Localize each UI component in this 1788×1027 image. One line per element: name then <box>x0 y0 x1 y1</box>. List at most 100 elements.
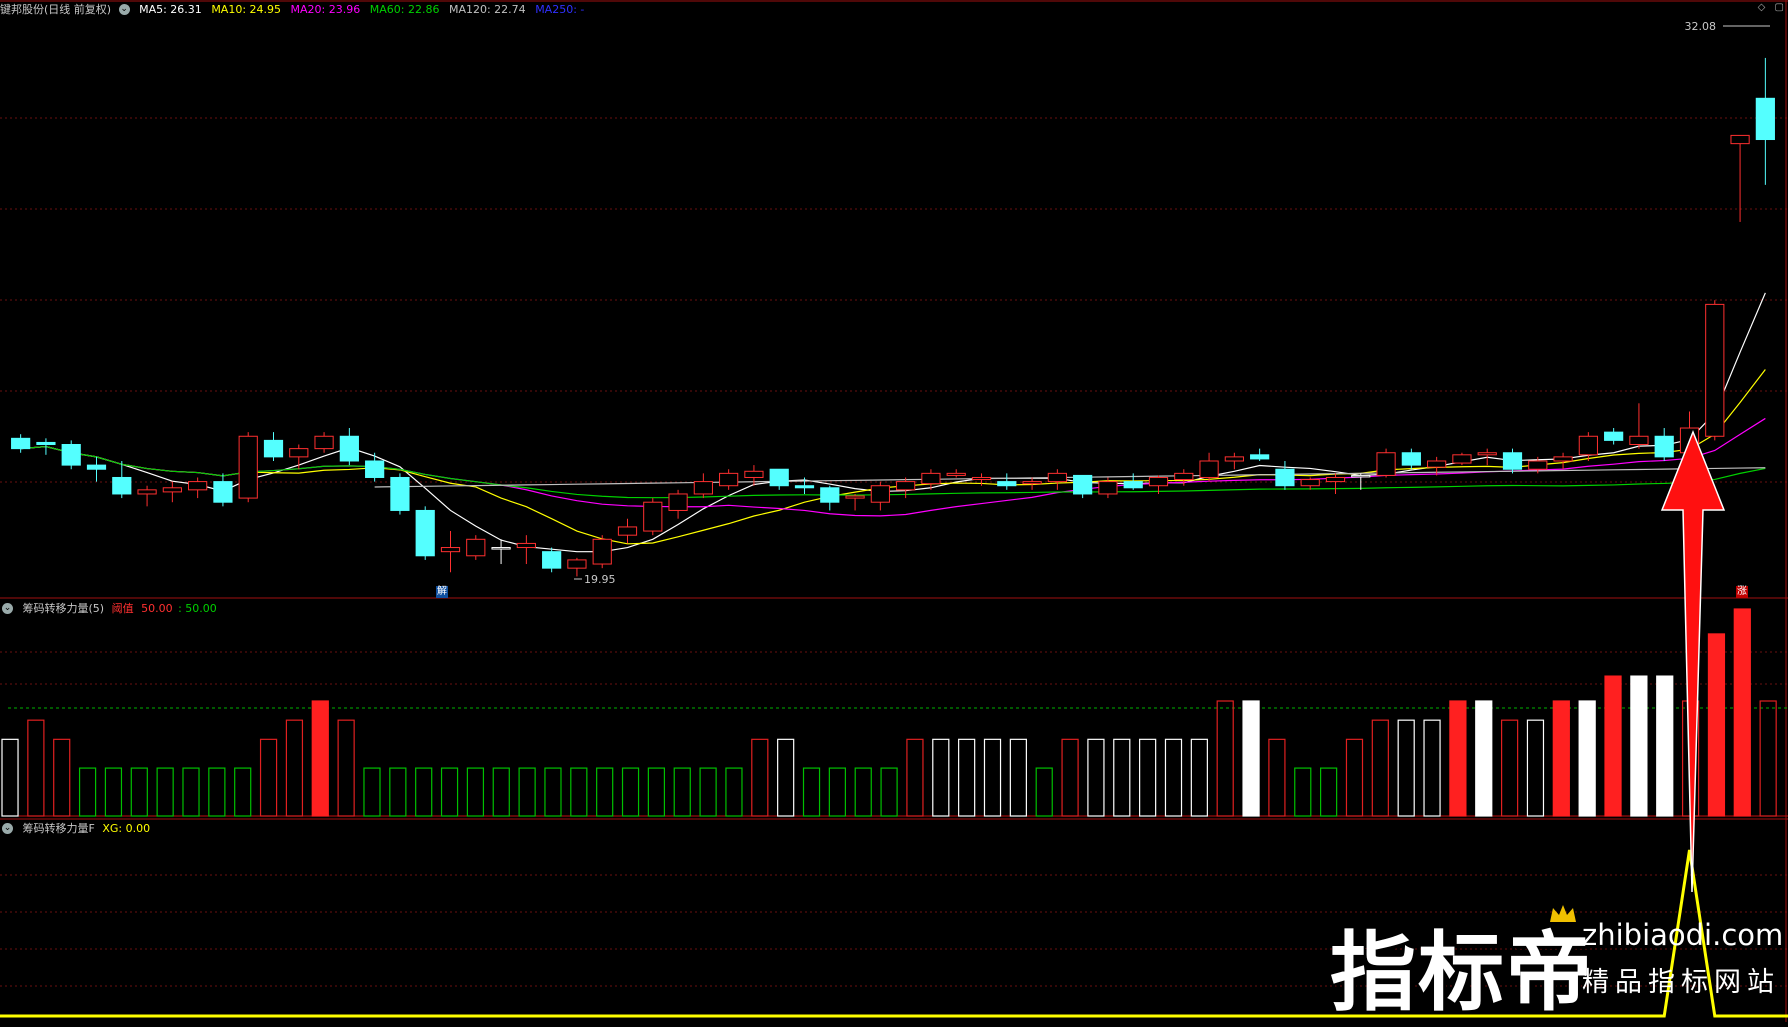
candle <box>1073 474 1093 499</box>
indicator-bar <box>802 767 821 817</box>
candle-body <box>567 559 587 569</box>
indicator2-name: 筹码转移力量F <box>22 822 95 835</box>
candle <box>238 432 258 503</box>
indicator-bar <box>1475 700 1493 817</box>
candle <box>668 489 688 519</box>
indicator-bar <box>1 738 19 817</box>
indicator-bar <box>518 767 536 817</box>
candle <box>415 506 435 560</box>
indicator-bar <box>1423 719 1441 817</box>
candle-body <box>1199 460 1219 478</box>
candle-body <box>1553 456 1573 462</box>
candle-body <box>1730 134 1750 145</box>
indicator-bar <box>1164 738 1183 817</box>
candle <box>61 440 81 470</box>
candle <box>339 428 359 466</box>
indicator-bar <box>1578 700 1596 817</box>
indicator-bar <box>647 767 666 817</box>
candle-body <box>213 481 233 503</box>
candle-body <box>1351 474 1371 478</box>
indicator-bar <box>1009 738 1027 817</box>
indicator-bar <box>182 767 200 817</box>
candle <box>1401 448 1421 470</box>
rise-marker[interactable]: 涨 <box>1736 586 1748 598</box>
candle-body <box>1022 481 1042 485</box>
candle <box>1553 452 1573 470</box>
indicator-bar <box>828 767 846 817</box>
candle <box>870 481 890 511</box>
candle-body <box>491 547 511 550</box>
candle <box>1325 473 1346 494</box>
candle-body <box>440 547 461 553</box>
candle-body <box>592 538 612 565</box>
indicator1-name: 筹码转移力量(5) <box>22 602 105 615</box>
candle-body <box>769 468 789 487</box>
candle-body <box>1224 456 1244 462</box>
candle <box>86 456 107 482</box>
indicator-bar <box>1656 675 1674 817</box>
candle-body <box>188 481 208 491</box>
unlock-marker[interactable]: 解 <box>436 586 448 598</box>
collapse-icon[interactable]: ⌄ <box>2 602 13 614</box>
threshold-value: 50.00 <box>141 602 173 615</box>
candle <box>1047 469 1067 490</box>
candle-body <box>1502 452 1523 470</box>
indicator-bar <box>156 767 174 817</box>
indicator-bar <box>1035 767 1053 817</box>
candle-body <box>466 538 486 557</box>
low-price-label: 19.95 <box>584 573 616 586</box>
candle <box>820 485 840 511</box>
indicator-bar <box>1397 719 1415 817</box>
xg-value: XG: 0.00 <box>102 822 151 835</box>
candle-body <box>11 437 31 450</box>
candle <box>491 539 511 565</box>
indicator-bar <box>1139 738 1157 817</box>
watermark-url: zhibiaodi.com <box>1582 918 1784 952</box>
candle-body <box>36 441 56 446</box>
indicator-bar <box>208 767 226 817</box>
indicator-bar <box>1087 738 1105 817</box>
candle-body <box>1325 476 1346 483</box>
candle <box>542 547 562 573</box>
indicator-bar <box>570 767 588 817</box>
candle <box>845 493 865 511</box>
candle-body <box>643 501 663 532</box>
indicator-bar <box>751 738 769 817</box>
candle-body <box>86 464 107 470</box>
candle-body <box>794 485 815 489</box>
candle-body <box>693 481 713 495</box>
ma120-line <box>374 467 1766 488</box>
candle <box>1275 460 1295 490</box>
indicator-bar <box>906 738 924 817</box>
indicator-bar <box>958 738 976 817</box>
indicator-bars <box>1 608 1788 817</box>
candle <box>1250 448 1270 461</box>
candle-body <box>971 476 992 481</box>
candle-body <box>921 472 941 485</box>
indicator-bar <box>1320 767 1338 817</box>
indicator-bar <box>1500 719 1519 817</box>
candle-body <box>289 448 309 458</box>
candle <box>1300 477 1320 490</box>
indicator-bar <box>337 719 355 817</box>
candle <box>1452 452 1472 466</box>
candle <box>466 535 486 560</box>
collapse-icon[interactable]: ⌄ <box>2 822 13 834</box>
candle <box>390 473 410 515</box>
candle-body <box>1452 454 1472 464</box>
candle-body <box>719 472 739 487</box>
candle <box>263 432 284 461</box>
candle-body <box>1174 472 1194 481</box>
candle-body <box>1300 479 1320 487</box>
candle-body <box>1604 431 1624 441</box>
indicator-bar <box>1449 700 1467 817</box>
panel-borders <box>0 0 1788 1022</box>
threshold-key: 阈值 <box>111 602 134 615</box>
candle <box>1502 448 1523 474</box>
candle <box>997 473 1017 490</box>
candle <box>1477 448 1497 466</box>
candle <box>1604 428 1624 445</box>
indicator-bar <box>1294 767 1312 817</box>
candle-body <box>112 476 132 495</box>
candle-body <box>137 489 157 495</box>
